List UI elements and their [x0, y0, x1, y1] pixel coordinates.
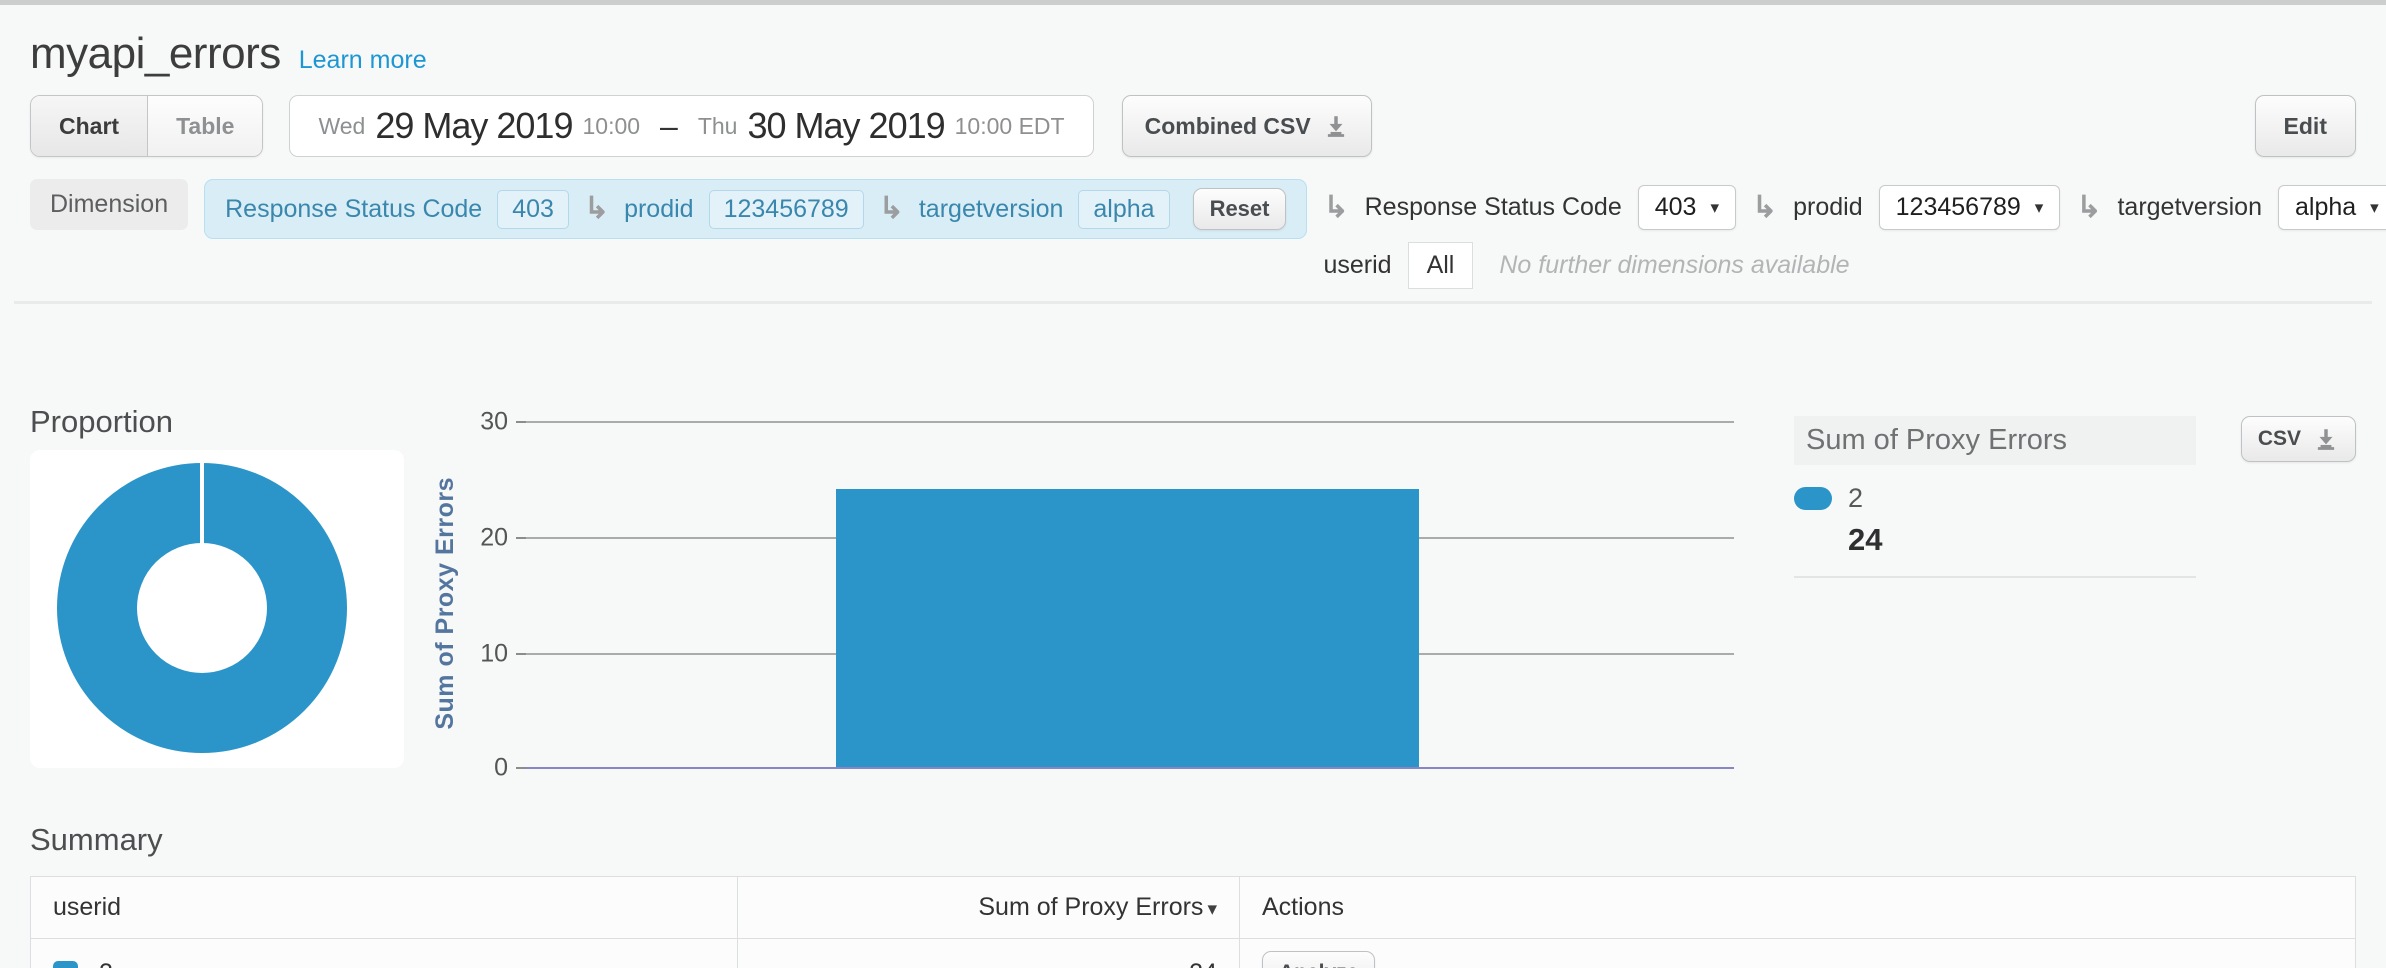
cell-actions: Analyze: [1239, 939, 2355, 968]
tab-table[interactable]: Table: [148, 96, 262, 156]
section-divider: [14, 301, 2372, 304]
drilldown-arrow-icon: ↳: [1323, 193, 1348, 223]
legend-item-value: 24: [1848, 522, 2356, 558]
download-icon: [2313, 426, 2339, 452]
y-tick-label: 20: [480, 524, 508, 553]
drilldown-arrow-icon: ↳: [2076, 193, 2101, 223]
reset-button[interactable]: Reset: [1193, 188, 1287, 230]
start-date: 29 May 2019: [375, 105, 572, 147]
drilldown-arrow-icon: ↳: [1752, 193, 1777, 223]
proportion-chart-block: Proportion: [30, 404, 404, 768]
filter-selected-value: 403: [1655, 193, 1697, 222]
breadcrumb-dim-name: prodid: [624, 195, 694, 224]
legend-panel: Sum of Proxy Errors CSV 2 24: [1794, 404, 2356, 578]
chevron-down-icon: ▾: [2370, 198, 2379, 218]
combined-csv-label: Combined CSV: [1145, 113, 1311, 140]
filter-line-1: ↳ Response Status Code 403 ▾ ↳ prodid 12…: [1323, 185, 2386, 230]
column-header-userid: userid: [31, 877, 738, 939]
bar-chart-block: Sum of Proxy Errors 30 20 10 0: [422, 404, 1734, 786]
date-dash: –: [660, 108, 678, 145]
summary-table: userid Sum of Proxy Errors▾ Actions 2 24: [30, 876, 2356, 968]
csv-button[interactable]: CSV: [2241, 416, 2356, 462]
x-axis-zero-line: [526, 767, 1734, 769]
start-day: Wed: [318, 113, 365, 140]
filter-line-2: userid All No further dimensions availab…: [1323, 242, 2386, 289]
learn-more-link[interactable]: Learn more: [299, 46, 427, 75]
proportion-title: Proportion: [30, 404, 404, 440]
breadcrumb-dim-value[interactable]: 123456789: [709, 190, 864, 229]
next-dimension-value-button[interactable]: All: [1408, 242, 1474, 289]
controls-row: Chart Table Wed 29 May 2019 10:00 – Thu …: [30, 95, 2356, 157]
filter-name: prodid: [1793, 193, 1863, 222]
end-time: 10:00 EDT: [955, 113, 1065, 140]
y-axis-title: Sum of Proxy Errors: [431, 477, 460, 730]
charts-row: Proportion Sum of Proxy Errors: [30, 404, 2356, 786]
dimension-row: Dimension Response Status Code 403 ↳ pro…: [30, 179, 2356, 289]
tab-chart[interactable]: Chart: [31, 96, 148, 156]
gridline: [526, 421, 1734, 423]
filter-select-prodid[interactable]: 123456789 ▾: [1879, 185, 2061, 230]
edit-label: Edit: [2284, 113, 2327, 140]
filter-selected-value: alpha: [2295, 193, 2356, 222]
next-dimension-name: userid: [1323, 251, 1391, 280]
chevron-down-icon: ▾: [1710, 198, 1719, 218]
analyze-button[interactable]: Analyze: [1262, 951, 1375, 968]
edit-button[interactable]: Edit: [2255, 95, 2356, 157]
drilldown-arrow-icon: ↳: [879, 194, 904, 224]
dimension-filters: ↳ Response Status Code 403 ▾ ↳ prodid 12…: [1323, 179, 2386, 289]
table-row: 2 24 Analyze: [31, 939, 2356, 968]
page-title: myapi_errors: [30, 29, 281, 79]
filter-name: targetversion: [2117, 193, 2262, 222]
date-range-picker[interactable]: Wed 29 May 2019 10:00 – Thu 30 May 2019 …: [289, 95, 1093, 157]
filter-selected-value: 123456789: [1896, 193, 2021, 222]
breadcrumb-dim-value[interactable]: alpha: [1078, 190, 1169, 229]
plot-outer: 30 20 10 0: [526, 404, 1734, 786]
table-header-row: userid Sum of Proxy Errors▾ Actions: [31, 877, 2356, 939]
combined-csv-button[interactable]: Combined CSV: [1122, 95, 1372, 157]
drilldown-breadcrumb: Response Status Code 403 ↳ prodid 123456…: [204, 179, 1307, 239]
filter-name: Response Status Code: [1365, 193, 1622, 222]
column-header-actions: Actions: [1239, 877, 2355, 939]
legend-item-label: 2: [1848, 483, 1863, 514]
proportion-chart-card: [30, 450, 404, 768]
chevron-down-icon: ▾: [2035, 198, 2044, 218]
bar[interactable]: [836, 489, 1418, 767]
y-axis-title-wrap: Sum of Proxy Errors: [422, 404, 468, 786]
dimension-label: Dimension: [30, 179, 188, 230]
y-tick-label: 30: [480, 408, 508, 437]
end-day: Thu: [698, 113, 738, 140]
header: myapi_errors Learn more: [30, 5, 2356, 79]
column-header-sum-label: Sum of Proxy Errors: [978, 893, 1203, 921]
end-date: 30 May 2019: [747, 105, 944, 147]
download-icon: [1323, 113, 1349, 139]
bar-chart-plot: 30 20 10 0: [526, 421, 1734, 769]
donut-chart[interactable]: [30, 450, 404, 768]
breadcrumb-dim-value[interactable]: 403: [497, 190, 569, 229]
breadcrumb-dim-name: Response Status Code: [225, 195, 482, 224]
csv-label: CSV: [2258, 427, 2301, 451]
userid-value: 2: [99, 959, 113, 968]
y-tick-label: 0: [494, 754, 508, 783]
legend-header: Sum of Proxy Errors CSV: [1794, 416, 2356, 465]
summary-section: Summary userid Sum of Proxy Errors▾ Acti…: [30, 822, 2356, 968]
breadcrumb-dim-name: targetversion: [919, 195, 1064, 224]
series-color-swatch: [53, 961, 78, 968]
column-header-sum[interactable]: Sum of Proxy Errors▾: [737, 877, 1239, 939]
start-time: 10:00: [582, 113, 640, 140]
legend-divider: [1794, 576, 2196, 578]
series-color-swatch: [1794, 487, 1832, 510]
y-tick-label: 10: [480, 640, 508, 669]
legend-title: Sum of Proxy Errors: [1794, 416, 2196, 465]
view-toggle: Chart Table: [30, 95, 263, 157]
summary-title: Summary: [30, 822, 2356, 858]
sort-descending-icon: ▾: [1207, 899, 1217, 920]
cell-userid: 2: [31, 939, 738, 968]
legend-item[interactable]: 2: [1794, 483, 2356, 514]
filter-select-response-status-code[interactable]: 403 ▾: [1638, 185, 1736, 230]
cell-sum: 24: [737, 939, 1239, 968]
no-more-dimensions-text: No further dimensions available: [1499, 251, 1849, 280]
drilldown-arrow-icon: ↳: [584, 194, 609, 224]
analytics-dashboard: myapi_errors Learn more Chart Table Wed …: [0, 0, 2386, 968]
filter-select-targetversion[interactable]: alpha ▾: [2278, 185, 2386, 230]
